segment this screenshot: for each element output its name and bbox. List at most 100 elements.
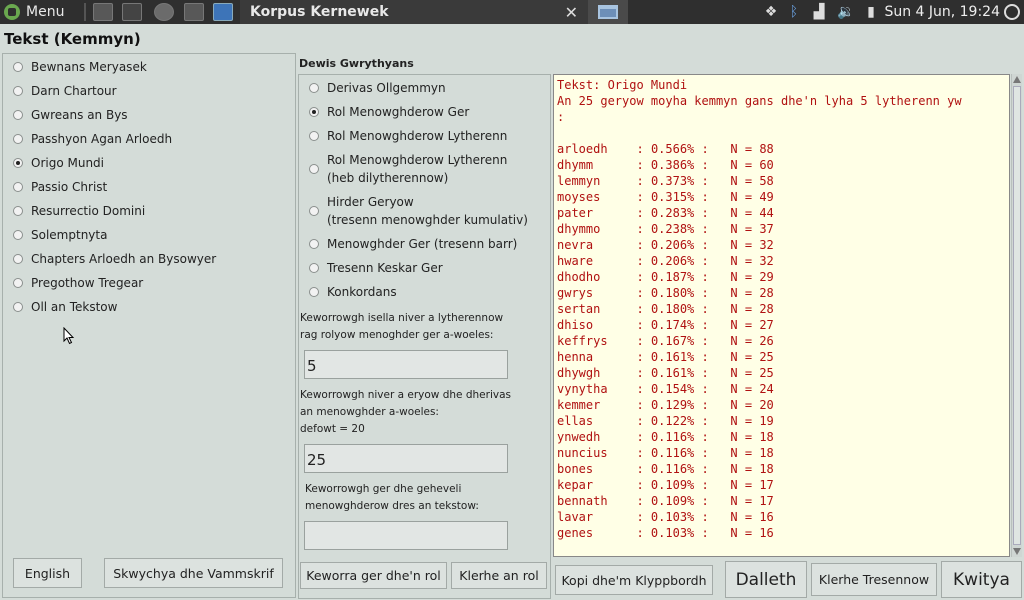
taskbar-window-button[interactable] xyxy=(588,0,628,24)
radio-button[interactable] xyxy=(13,206,23,216)
file-manager-launcher-icon[interactable] xyxy=(93,3,113,21)
radio-button[interactable] xyxy=(13,254,23,264)
taskbar-active-window[interactable]: Korpus Kernewek ✕ xyxy=(240,0,588,24)
result-word: bennath xyxy=(557,494,608,508)
text-option-pregothow-tregear[interactable]: Pregothow Tregear xyxy=(13,276,143,292)
operation-option-hirder-geryow[interactable]: Hirder Geryow (tresenn menowghder kumulat… xyxy=(309,195,528,229)
network-signal-icon[interactable]: ▟ xyxy=(808,0,830,24)
result-count: 58 xyxy=(759,174,774,188)
radio-button[interactable] xyxy=(13,230,23,240)
text-option-darn-chartour[interactable]: Darn Chartour xyxy=(13,84,117,100)
text-option-origo-mundi[interactable]: Origo Mundi xyxy=(13,156,104,172)
clear-list-button[interactable]: Klerhe an rol xyxy=(451,562,547,589)
radio-button[interactable] xyxy=(13,182,23,192)
text-option-solemptnyta[interactable]: Solemptnyta xyxy=(13,228,107,244)
result-row: genes : 0.103% : N = 16 xyxy=(557,526,774,540)
text-option-passhyon-agan-arloedh[interactable]: Passhyon Agan Arloedh xyxy=(13,132,172,148)
operation-option-rol-lytherenn-heb-dilytherennow[interactable]: Rol Menowghderow Lytherenn (heb dilythere… xyxy=(309,153,507,187)
text-option-chapters-arloedh[interactable]: Chapters Arloedh an Bysowyer xyxy=(13,252,216,268)
result-row: pater : 0.283% : N = 44 xyxy=(557,206,774,220)
menu-button[interactable]: Menu xyxy=(4,0,64,24)
result-percent: 0.129% xyxy=(650,398,695,412)
window-title: Tekst (Kemmyn) xyxy=(4,30,141,48)
operation-option-rol-menowghderow-lytherenn[interactable]: Rol Menowghderow Lytherenn xyxy=(309,129,507,145)
result-row: dhymm : 0.386% : N = 60 xyxy=(557,158,774,172)
radio-button[interactable] xyxy=(309,287,319,297)
radio-button[interactable] xyxy=(13,278,23,288)
radio-button[interactable] xyxy=(13,86,23,96)
result-row: dhiso : 0.174% : N = 27 xyxy=(557,318,774,332)
min-letters-label: Keworrowgh isella niver a lytherennow ra… xyxy=(300,312,504,341)
volume-icon[interactable]: 🔉 xyxy=(834,0,858,24)
result-percent: 0.116% xyxy=(650,462,695,476)
radio-button[interactable] xyxy=(13,134,23,144)
quit-button[interactable]: Kwitya xyxy=(941,561,1022,598)
browser-launcher-icon[interactable] xyxy=(154,3,174,21)
num-words-input[interactable]: 25 xyxy=(304,444,508,473)
terminal-launcher-icon[interactable] xyxy=(122,3,142,21)
operation-option-tresenn-keskar-ger[interactable]: Tresenn Keskar Ger xyxy=(309,261,443,277)
switch-font-button[interactable]: Skwychya dhe Vammskrif xyxy=(104,558,283,588)
english-button[interactable]: English xyxy=(13,558,82,588)
menu-label: Menu xyxy=(26,4,65,20)
bluetooth-icon[interactable]: ᛒ xyxy=(784,0,804,24)
radio-button[interactable] xyxy=(309,263,319,273)
results-text-area[interactable]: Tekst: Origo Mundi An 25 geryow moyha ke… xyxy=(553,74,1010,557)
battery-icon[interactable]: ▮ xyxy=(860,0,882,24)
scroll-down-arrow-icon[interactable] xyxy=(1013,548,1021,555)
power-icon[interactable] xyxy=(1004,4,1020,20)
radio-button[interactable] xyxy=(13,62,23,72)
add-word-button[interactable]: Keworra ger dhe'n rol xyxy=(300,562,447,589)
num-words-label: Keworrowgh niver a eryow dhe dherivas an… xyxy=(300,389,511,435)
dropbox-icon[interactable]: ❖ xyxy=(760,0,782,24)
text-option-passio-christ[interactable]: Passio Christ xyxy=(13,180,107,196)
result-word: lavar xyxy=(557,510,594,524)
text-option-gwreans-an-bys[interactable]: Gwreans an Bys xyxy=(13,108,128,124)
result-row: dhymmo : 0.238% : N = 37 xyxy=(557,222,774,236)
radio-button[interactable] xyxy=(309,83,319,93)
result-percent: 0.180% xyxy=(650,286,695,300)
result-word: gwrys xyxy=(557,286,594,300)
show-desktop-icon[interactable] xyxy=(213,3,233,21)
text-option-resurrectio-domini[interactable]: Resurrectio Domini xyxy=(13,204,145,220)
clear-graphs-button[interactable]: Klerhe Tresennow xyxy=(811,563,937,596)
scroll-up-arrow-icon[interactable] xyxy=(1013,76,1021,83)
operation-option-menowghder-ger[interactable]: Menowghder Ger (tresenn barr) xyxy=(309,237,517,253)
radio-button[interactable] xyxy=(309,239,319,249)
results-header-text: Tekst: Origo Mundi xyxy=(557,78,688,92)
clock[interactable]: Sun 4 Jun, 19:24 xyxy=(884,0,1000,24)
result-count: 18 xyxy=(759,462,774,476)
result-row: ynwedh : 0.116% : N = 18 xyxy=(557,430,774,444)
window-launcher-icon[interactable] xyxy=(184,3,204,21)
radio-button[interactable] xyxy=(309,206,319,216)
result-word: hware xyxy=(557,254,594,268)
result-word: lemmyn xyxy=(557,174,601,188)
min-letters-input[interactable]: 5 xyxy=(304,350,508,379)
start-button[interactable]: Dalleth xyxy=(725,561,807,598)
result-word: henna xyxy=(557,350,594,364)
result-row: bennath : 0.109% : N = 17 xyxy=(557,494,774,508)
scrollbar-thumb[interactable] xyxy=(1013,86,1021,545)
results-scrollbar[interactable] xyxy=(1011,74,1022,557)
result-row: kepar : 0.109% : N = 17 xyxy=(557,478,774,492)
compare-word-input[interactable] xyxy=(304,521,508,550)
radio-button[interactable] xyxy=(309,107,319,117)
result-count: 24 xyxy=(759,382,774,396)
radio-button[interactable] xyxy=(309,131,319,141)
radio-button[interactable] xyxy=(13,302,23,312)
text-option-oll-an-tekstow[interactable]: Oll an Tekstow xyxy=(13,300,117,316)
result-percent: 0.109% xyxy=(650,494,695,508)
copy-clipboard-button[interactable]: Kopi dhe'm Klyppbordh xyxy=(555,565,713,595)
close-icon[interactable]: ✕ xyxy=(565,3,578,22)
result-count: 19 xyxy=(759,414,774,428)
operation-option-konkordans[interactable]: Konkordans xyxy=(309,285,397,301)
operation-option-derivas-ollgemmyn[interactable]: Derivas Ollgemmyn xyxy=(309,81,446,97)
text-option-bewnans-meryasek[interactable]: Bewnans Meryasek xyxy=(13,60,147,76)
radio-button[interactable] xyxy=(13,110,23,120)
result-percent: 0.116% xyxy=(650,430,695,444)
operation-option-rol-menowghderow-ger[interactable]: Rol Menowghderow Ger xyxy=(309,105,469,121)
result-word: ellas xyxy=(557,414,594,428)
result-word: vynytha xyxy=(557,382,608,396)
radio-button[interactable] xyxy=(13,158,23,168)
radio-button[interactable] xyxy=(309,164,319,174)
